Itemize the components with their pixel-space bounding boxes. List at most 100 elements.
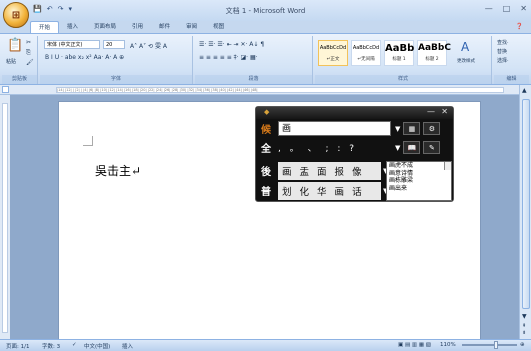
office-logo-icon: ⊞ — [11, 9, 21, 21]
change-styles-icon[interactable]: A — [461, 40, 469, 54]
maximize-button[interactable]: □ — [503, 4, 511, 13]
change-styles-button[interactable]: 更改样式 — [457, 58, 475, 64]
ruler-scale: |14| |12| | |2| | |4| |6| |8| |10| |12| … — [56, 87, 504, 93]
ime-logo-icon: ◆ — [264, 108, 270, 116]
ime-candidate[interactable]: 画 — [278, 164, 296, 178]
ime-input-field[interactable]: 画 — [278, 121, 391, 136]
format-painter-icon[interactable]: 🖌 — [26, 59, 34, 66]
vertical-scrollbar[interactable]: ▲ ▼ ⇞ ⇟ — [519, 85, 531, 339]
ime-punct-row[interactable]: , 。 、 ; : ? — [278, 141, 391, 154]
undo-icon[interactable]: ↶ — [47, 5, 53, 13]
ime-candidate[interactable]: 面 — [313, 164, 331, 178]
ime-candidate[interactable]: 像 — [348, 164, 366, 178]
ime-candidate-row-back[interactable]: 画 盂 面 报 像 — [278, 161, 381, 180]
ime-candidate[interactable]: 盂 — [296, 164, 314, 178]
horizontal-ruler: |14| |12| | |2| | |4| |6| |8| |10| |12| … — [0, 85, 531, 95]
zoom-slider-thumb[interactable] — [494, 341, 498, 349]
ime-settings-icon[interactable]: ⚙ — [423, 122, 441, 135]
ime-phrase-list[interactable]: 画虎不成 画意诗情 画栋雕梁 画出来 — [386, 161, 452, 201]
ime-close-button[interactable]: ✕ — [441, 107, 448, 116]
tab-view[interactable]: 视图 — [205, 21, 232, 33]
ime-pen-icon[interactable]: ✎ — [423, 141, 441, 154]
font-size-select[interactable]: 20 — [103, 40, 125, 49]
ime-candidate[interactable]: 化 — [296, 184, 314, 198]
title-bar: 文档 1 - Microsoft Word 💾 ↶ ↷ ▾ — □ ✕ — [0, 0, 531, 21]
ime-phrase-item[interactable]: 画虎不成 — [389, 162, 451, 170]
style-heading2[interactable]: AaBbC 标题 2 — [417, 40, 451, 66]
font-format-row[interactable]: B I U · abe x₂ x² Aa· A· A ⊕ — [45, 54, 124, 61]
spellcheck-icon[interactable]: ✓ — [72, 342, 77, 348]
zoom-level[interactable]: 110% — [440, 342, 456, 348]
tab-review[interactable]: 审阅 — [178, 21, 205, 33]
style-no-spacing[interactable]: AaBbCcDd ↵无间隔 — [351, 40, 381, 66]
tab-references[interactable]: 引用 — [124, 21, 151, 33]
tab-page-layout[interactable]: 页面布局 — [86, 21, 124, 33]
style-heading1[interactable]: AaBb 标题 1 — [384, 40, 414, 66]
status-page[interactable]: 页面: 1/1 — [6, 342, 29, 350]
minimize-button[interactable]: — — [485, 4, 493, 13]
prev-page-icon[interactable]: ⇞ — [522, 323, 526, 329]
ribbon: 📋 粘贴 ✂ ⎘ 🖌 剪贴板 宋体 (中文正文) 20 A˄ A˅ ⟲ 雯 A … — [0, 33, 531, 85]
scroll-down-icon[interactable]: ▼ — [522, 313, 527, 320]
paragraph-group: ☰· ☰· ☰· ⇤ ⇥ ✕· A↓ ¶ ≡ ≡ ≡ ≡ ≡ ‡· ◪· ▦· … — [195, 36, 313, 84]
select-button[interactable]: 选择· — [497, 57, 509, 64]
font-group: 宋体 (中文正文) 20 A˄ A˅ ⟲ 雯 A B I U · abe x₂ … — [40, 36, 193, 84]
grow-font-icon[interactable]: A˄ A˅ ⟲ 雯 A — [130, 41, 167, 50]
scroll-up-icon[interactable]: ▲ — [522, 87, 527, 94]
redo-icon[interactable]: ↷ — [58, 5, 64, 13]
customize-qat-icon[interactable]: ▾ — [68, 5, 72, 13]
ime-candidate[interactable]: 报 — [331, 164, 349, 178]
ime-candidate[interactable]: 划 — [278, 184, 296, 198]
ime-candidate[interactable]: 话 — [348, 184, 366, 198]
ime-titlebar[interactable]: ◆ — ✕ — [256, 107, 453, 119]
copy-icon[interactable]: ⎘ — [26, 49, 31, 57]
ime-phrase-scrollbar[interactable] — [444, 162, 451, 170]
next-page-icon[interactable]: ⇟ — [522, 330, 526, 336]
ime-minimize-button[interactable]: — — [427, 107, 435, 116]
quick-access-toolbar: 💾 ↶ ↷ ▾ — [33, 5, 72, 13]
ime-window[interactable]: ◆ — ✕ 候 画 ▼ ▦ ⚙ 全 , 。 、 ; : ? ▼ 📖 ✎ 後 画 … — [255, 106, 454, 202]
paste-button[interactable]: 粘贴 — [6, 58, 16, 65]
ime-keyboard-icon[interactable]: ▦ — [403, 122, 421, 135]
zoom-in-icon[interactable]: ⊕ — [520, 342, 525, 348]
view-buttons-icon[interactable]: ▣ ▤ ▥ ▦ ▧ — [398, 342, 431, 348]
scroll-thumb[interactable] — [522, 99, 530, 309]
status-insert-mode[interactable]: 插入 — [122, 342, 133, 350]
ime-dropdown-icon[interactable]: ▼ — [395, 125, 400, 133]
ime-candidate-row-front[interactable]: 划 化 华 画 话 — [278, 181, 381, 200]
font-name-select[interactable]: 宋体 (中文正文) — [44, 40, 100, 49]
close-button[interactable]: ✕ — [520, 4, 527, 13]
paragraph-row2[interactable]: ≡ ≡ ≡ ≡ ≡ ‡· ◪· ▦· — [199, 54, 258, 61]
status-words[interactable]: 字数: 3 — [42, 342, 60, 350]
style-normal[interactable]: AaBbCcDd ↵正文 — [318, 40, 348, 66]
status-language[interactable]: 中文(中国) — [84, 342, 110, 350]
find-button[interactable]: 查找· — [497, 39, 509, 46]
crop-mark — [83, 136, 93, 146]
styles-group-label: 样式 — [315, 75, 491, 84]
office-button[interactable]: ⊞ — [3, 2, 29, 28]
paragraph-group-label: 段落 — [195, 75, 312, 84]
ime-candidate[interactable]: 华 — [313, 184, 331, 198]
ime-punct-dropdown-icon[interactable]: ▼ — [395, 144, 400, 152]
zoom-slider[interactable] — [462, 344, 517, 346]
clipboard-group-label: 剪贴板 — [2, 75, 37, 84]
ime-phrase-item[interactable]: 画意诗情 — [389, 170, 451, 178]
save-icon[interactable]: 💾 — [33, 5, 42, 13]
window-controls: — □ ✕ — [485, 4, 527, 13]
tab-selector-icon[interactable] — [2, 86, 9, 93]
ime-book-icon[interactable]: 📖 — [403, 141, 421, 154]
ime-phrase-item[interactable]: 画出来 — [389, 185, 451, 193]
ime-candidate[interactable]: 画 — [331, 184, 349, 198]
tab-home[interactable]: 开始 — [30, 21, 60, 33]
help-icon[interactable]: ❓ — [516, 23, 523, 30]
document-text[interactable]: 吳击主↵ — [95, 162, 141, 179]
replace-button[interactable]: 替换 — [497, 48, 507, 55]
paste-icon[interactable]: 📋 — [7, 38, 23, 53]
tab-insert[interactable]: 插入 — [59, 21, 86, 33]
cut-icon[interactable]: ✂ — [26, 39, 31, 46]
tab-mailings[interactable]: 邮件 — [151, 21, 178, 33]
ime-back-tag: 後 — [261, 167, 271, 178]
font-group-label: 字体 — [40, 75, 192, 84]
paragraph-row1[interactable]: ☰· ☰· ☰· ⇤ ⇥ ✕· A↓ ¶ — [199, 41, 264, 48]
ime-phrase-item[interactable]: 画栋雕梁 — [389, 177, 451, 185]
